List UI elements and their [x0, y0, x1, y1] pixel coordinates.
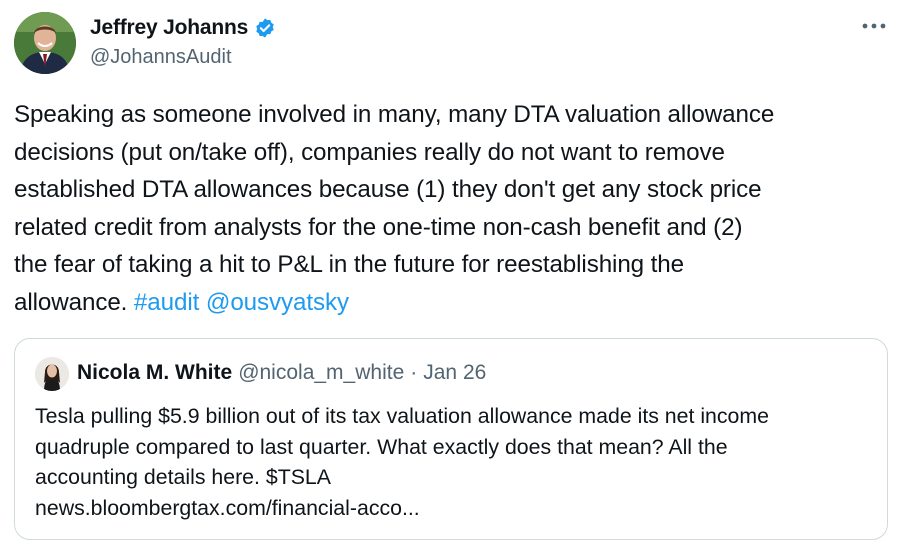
hashtag-link[interactable]: #audit: [134, 289, 199, 316]
quoted-author-name[interactable]: Nicola M. White: [77, 361, 232, 385]
author-handle[interactable]: @JohannsAudit: [90, 46, 232, 69]
quoted-text-line: Tesla pulling $5.9 billion out of its ta…: [35, 404, 769, 428]
tweet-text-last-line: allowance. #audit @ousvyatsky: [14, 284, 894, 322]
author-avatar[interactable]: [14, 12, 76, 74]
quoted-author-avatar[interactable]: [35, 357, 69, 391]
tweet-text-line: Speaking as someone involved in many, ma…: [14, 101, 775, 128]
tweet-text: Speaking as someone involved in many, ma…: [14, 96, 894, 322]
quoted-text-line: accounting details here. $TSLA: [35, 465, 331, 489]
author-name[interactable]: Jeffrey Johanns: [90, 16, 248, 40]
quoted-link[interactable]: news.bloombergtax.com/financial-acco...: [35, 493, 875, 524]
quoted-tweet[interactable]: Nicola M. White @nicola_m_white · Jan 26…: [14, 338, 888, 540]
tweet-text-line: related credit from analysts for the one…: [14, 213, 743, 241]
ellipsis-icon: [862, 23, 886, 29]
quoted-text-line: quadruple compared to last quarter. What…: [35, 434, 728, 459]
person-photo-icon: [14, 12, 76, 74]
person-photo-icon: [35, 357, 69, 391]
quoted-date[interactable]: Jan 26: [423, 361, 486, 385]
tweet-text-line: the fear of taking a hit to P&L in the f…: [14, 251, 684, 279]
tweet-text-line: decisions (put on/take off), companies r…: [14, 138, 725, 166]
quoted-tweet-text: Tesla pulling $5.9 billion out of its ta…: [35, 401, 875, 523]
more-options-button[interactable]: [859, 14, 889, 38]
mention-link[interactable]: @ousvyatsky: [206, 289, 349, 316]
separator-dot: ·: [410, 361, 418, 384]
tweet: Jeffrey Johanns @JohannsAudit Speaking a…: [0, 0, 917, 550]
quoted-header: Nicola M. White @nicola_m_white · Jan 26: [77, 361, 486, 385]
quoted-author-handle[interactable]: @nicola_m_white: [238, 361, 404, 385]
verified-badge-icon[interactable]: [254, 17, 276, 39]
tweet-text-line: established DTA allowances because (1) t…: [14, 176, 762, 204]
author-name-row: Jeffrey Johanns: [90, 14, 276, 42]
tweet-text-tail: allowance.: [14, 288, 134, 316]
